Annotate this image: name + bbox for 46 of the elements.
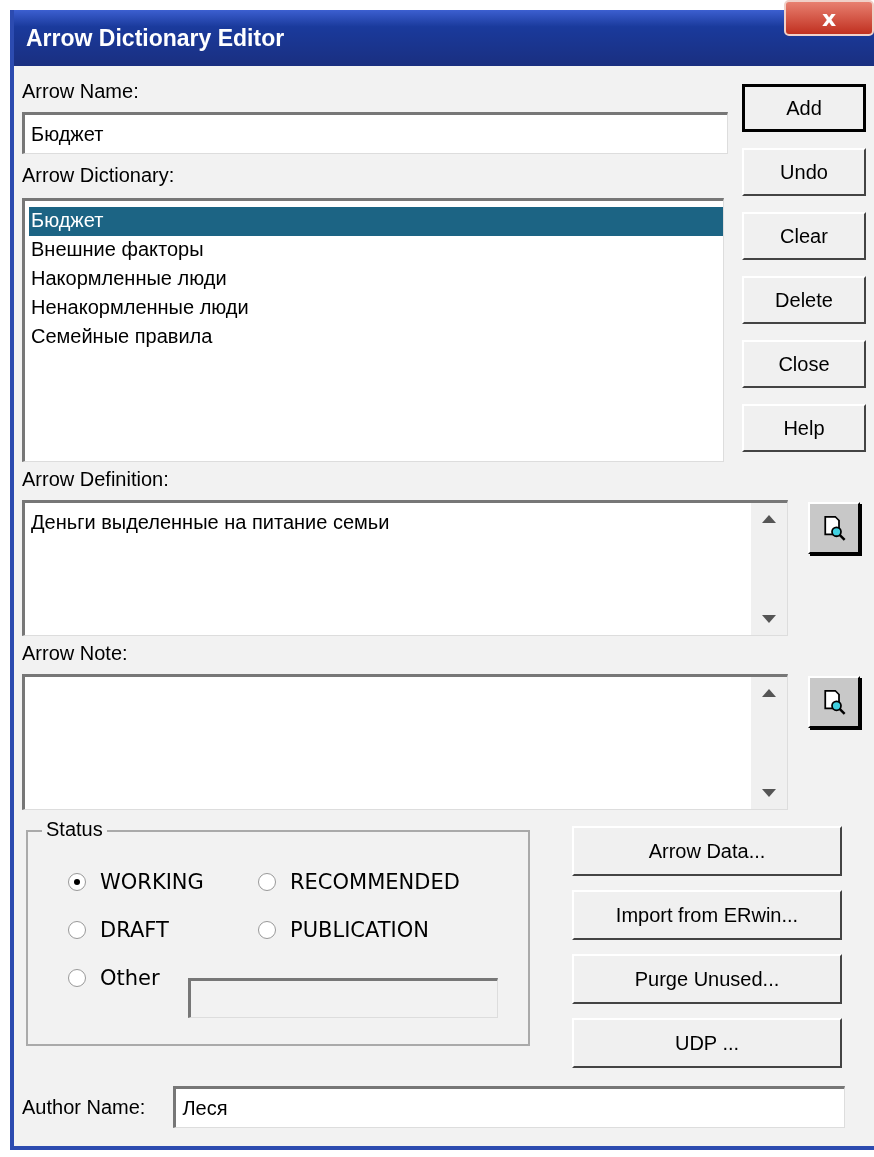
dictionary-list[interactable]: Бюджет Внешние факторы Накормленные люди Ненакормленные люди Семейные правила — [22, 198, 724, 462]
field-label: Author Name: — [22, 1095, 146, 1120]
action-button[interactable]: Purge Unused... — [572, 954, 842, 1004]
window-title: Arrow Dictionary Editor — [25, 24, 285, 52]
scroll-down-icon[interactable] — [762, 615, 776, 623]
side-button[interactable]: Close — [742, 340, 866, 388]
side-button[interactable]: Help — [742, 404, 866, 452]
radio-option[interactable]: WORKING — [68, 868, 258, 896]
action-button[interactable]: Import from ERwin... — [572, 890, 842, 940]
scroll-down-icon[interactable] — [762, 789, 776, 797]
list-item[interactable]: Накормленные люди — [29, 265, 723, 294]
field-label: Arrow Name: — [22, 79, 140, 104]
side-button[interactable]: Undo — [742, 148, 866, 196]
author-field[interactable]: Леся — [173, 1086, 846, 1128]
list-item[interactable]: Ненакормленные люди — [29, 294, 723, 323]
list-item[interactable]: Семейные правила — [29, 323, 723, 352]
text-area[interactable]: Деньги выделенные на питание семьи — [22, 500, 788, 636]
scrollbar[interactable] — [751, 503, 787, 635]
list-item[interactable]: Внешние факторы — [29, 236, 723, 265]
name-field[interactable]: Бюджет — [22, 112, 728, 154]
radio-circle[interactable] — [258, 921, 276, 939]
side-button[interactable]: Clear — [742, 212, 866, 260]
radio-circle[interactable] — [68, 873, 86, 891]
action-button[interactable]: UDP ... — [572, 1018, 842, 1068]
side-button[interactable]: Delete — [742, 276, 866, 324]
scroll-up-icon[interactable] — [762, 689, 776, 697]
scroll-up-icon[interactable] — [762, 515, 776, 523]
window-close-button[interactable]: x — [784, 0, 874, 36]
radio-option[interactable]: Other — [68, 964, 160, 992]
list-item[interactable]: Бюджет — [29, 207, 723, 236]
radio-circle[interactable] — [258, 873, 276, 891]
radio-option[interactable]: RECOMMENDED — [258, 868, 498, 896]
field-label: Arrow Dictionary: — [22, 163, 176, 188]
field-label: Arrow Note: — [22, 641, 129, 666]
radio-option[interactable]: PUBLICATION — [258, 916, 498, 944]
scrollbar[interactable] — [751, 677, 787, 809]
radio-option[interactable]: DRAFT — [68, 916, 258, 944]
text-value: Деньги выделенные на питание семьи — [31, 511, 390, 533]
radio-circle[interactable] — [68, 921, 86, 939]
zoom-button[interactable] — [808, 676, 860, 728]
field-label: Arrow Definition: — [22, 467, 170, 492]
text-area[interactable] — [22, 674, 788, 810]
zoom-button[interactable] — [808, 502, 860, 554]
side-button[interactable]: Add — [742, 84, 866, 132]
radio-circle[interactable] — [68, 969, 86, 987]
action-button[interactable]: Arrow Data... — [572, 826, 842, 876]
